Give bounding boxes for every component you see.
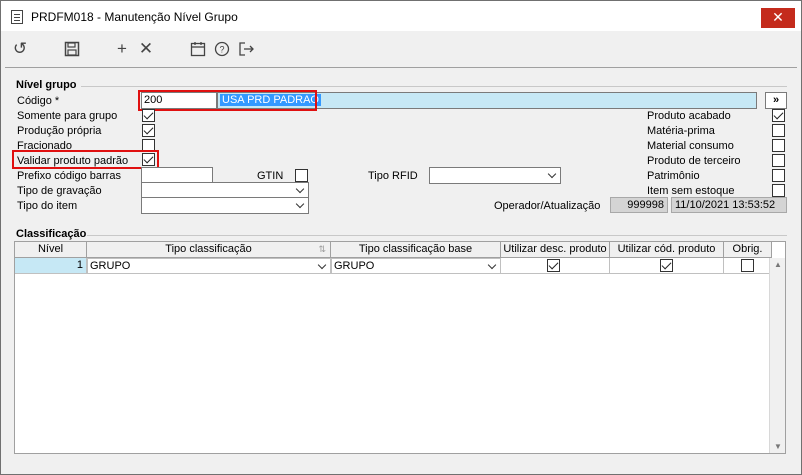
group-divider-classificacao — [87, 235, 787, 236]
cell-tipo-classificacao[interactable]: GRUPO — [87, 258, 331, 274]
tipo-item-label: Tipo do item — [17, 200, 78, 212]
main-window: PRDFM018 - Manutenção Nível Grupo ✕ ↺ + … — [0, 0, 802, 475]
section-title-nivel-grupo: Nível grupo — [16, 79, 77, 91]
save-icon[interactable] — [61, 38, 83, 60]
sort-icon: ⇅ — [318, 244, 326, 254]
lookup-button[interactable]: » — [765, 92, 787, 109]
produto-acabado-checkbox[interactable] — [772, 109, 785, 122]
item-sem-estoque-label: Item sem estoque — [647, 185, 735, 197]
close-button[interactable]: ✕ — [761, 8, 795, 28]
column-header-tipo-classificacao-base[interactable]: Tipo classificação base — [331, 242, 501, 258]
toolbar: ↺ + ✕ ? — [1, 32, 801, 64]
utilizar-desc-checkbox[interactable] — [547, 259, 560, 272]
codigo-highlight-box — [138, 90, 317, 111]
codigo-label: Código * — [17, 95, 60, 107]
patrimonio-checkbox[interactable] — [772, 169, 785, 182]
cell-tipo-classificacao-base[interactable]: GRUPO — [331, 258, 501, 274]
validar-highlight-box — [12, 150, 159, 169]
atualizacao-value: 11/10/2021 13:53:52 — [671, 197, 787, 213]
tipo-item-select[interactable] — [141, 197, 309, 214]
gtin-checkbox[interactable] — [295, 169, 308, 182]
produto-terceiro-checkbox[interactable] — [772, 154, 785, 167]
produto-terceiro-label: Produto de terceiro — [647, 155, 741, 167]
svg-text:?: ? — [219, 45, 224, 55]
scroll-down-icon[interactable]: ▼ — [774, 442, 782, 451]
operador-value: 999998 — [610, 197, 668, 213]
undo-icon[interactable]: ↺ — [9, 38, 31, 60]
delete-icon[interactable]: ✕ — [135, 38, 157, 60]
materia-prima-checkbox[interactable] — [772, 124, 785, 137]
tipo-rfid-label: Tipo RFID — [368, 170, 418, 182]
tipo-gravacao-label: Tipo de gravação — [17, 185, 102, 197]
cell-utilizar-cod — [610, 258, 724, 274]
somente-grupo-label: Somente para grupo — [17, 110, 118, 122]
column-header-tipo-classificacao-label: Tipo classificação — [165, 243, 252, 255]
cell-nivel[interactable]: 1 — [15, 258, 87, 274]
materia-prima-label: Matéria-prima — [647, 125, 715, 137]
help-icon[interactable]: ? — [211, 38, 233, 60]
calendar-icon[interactable] — [187, 38, 209, 60]
column-header-utilizar-desc[interactable]: Utilizar desc. produto — [501, 242, 610, 258]
producao-propria-checkbox[interactable] — [142, 124, 155, 137]
obrig-checkbox[interactable] — [741, 259, 754, 272]
tipo-rfid-select[interactable] — [429, 167, 561, 184]
somente-grupo-checkbox[interactable] — [142, 109, 155, 122]
add-icon[interactable]: + — [111, 38, 133, 60]
cell-utilizar-desc — [501, 258, 610, 274]
scroll-up-icon[interactable]: ▲ — [774, 260, 782, 269]
window-title: PRDFM018 - Manutenção Nível Grupo — [31, 10, 238, 24]
classificacao-table: Nível Tipo classificação ⇅ Tipo classifi… — [14, 241, 786, 454]
title-bar: PRDFM018 - Manutenção Nível Grupo ✕ — [1, 1, 801, 31]
patrimonio-label: Patrimônio — [647, 170, 700, 182]
column-header-utilizar-cod[interactable]: Utilizar cód. produto — [610, 242, 724, 258]
toolbar-separator — [5, 67, 797, 68]
prefixo-label: Prefixo código barras — [17, 170, 121, 182]
utilizar-cod-checkbox[interactable] — [660, 259, 673, 272]
produto-acabado-label: Produto acabado — [647, 110, 731, 122]
column-header-tipo-classificacao[interactable]: Tipo classificação ⇅ — [87, 242, 331, 258]
group-divider — [81, 86, 787, 87]
vertical-scrollbar[interactable]: ▲ ▼ — [769, 258, 785, 453]
material-consumo-checkbox[interactable] — [772, 139, 785, 152]
item-sem-estoque-checkbox[interactable] — [772, 184, 785, 197]
material-consumo-label: Material consumo — [647, 140, 734, 152]
section-title-classificacao: Classificação — [16, 228, 87, 240]
column-header-obrig[interactable]: Obrig. — [724, 242, 772, 258]
document-icon — [11, 10, 23, 24]
operador-label: Operador/Atualização — [494, 200, 601, 212]
producao-propria-label: Produção própria — [17, 125, 102, 137]
cell-obrig — [724, 258, 772, 274]
gtin-label: GTIN — [257, 170, 284, 182]
exit-icon[interactable] — [235, 38, 257, 60]
column-header-nivel[interactable]: Nível — [15, 242, 87, 258]
